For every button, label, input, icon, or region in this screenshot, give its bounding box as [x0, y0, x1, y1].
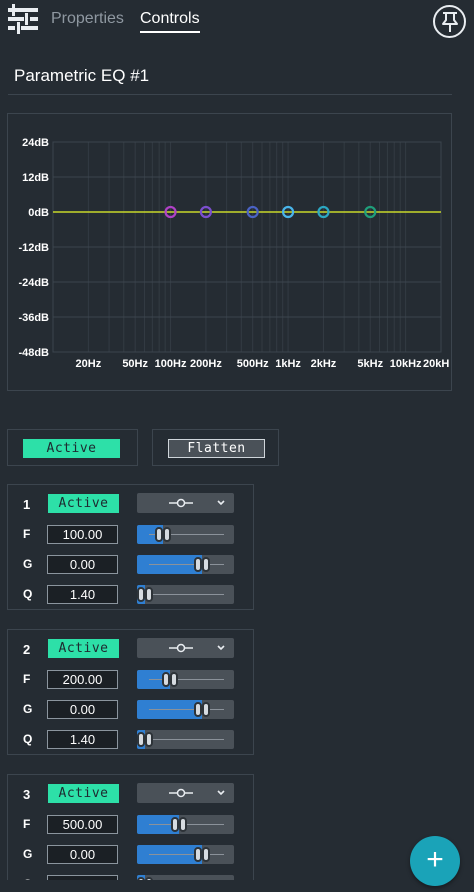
slider-track: [149, 739, 224, 740]
x-tick-label: 2kHz: [311, 358, 337, 370]
param-value-input[interactable]: 500.00: [47, 815, 118, 834]
param-label: F: [23, 527, 31, 541]
param-label: F: [23, 817, 31, 831]
band-number: 2: [23, 642, 31, 657]
y-tick-label: 12dB: [22, 172, 49, 184]
param-value-input[interactable]: 1.40: [47, 730, 118, 749]
band-card: 3ActiveF500.00G0.00Q: [7, 774, 254, 892]
x-tick-label: 50Hz: [122, 358, 148, 370]
param-slider[interactable]: [137, 555, 234, 574]
param-label: F: [23, 672, 31, 686]
global-active-button[interactable]: Active: [23, 439, 120, 458]
slider-track: [149, 679, 224, 680]
y-tick-label: -24dB: [18, 277, 49, 289]
param-label: G: [23, 702, 33, 716]
x-tick-label: 100Hz: [155, 358, 187, 370]
y-tick-label: -36dB: [18, 312, 49, 324]
flatten-button[interactable]: Flatten: [168, 439, 265, 458]
param-label: G: [23, 847, 33, 861]
x-tick-label: 20Hz: [76, 358, 102, 370]
x-tick-label: 500Hz: [237, 358, 269, 370]
sliders-icon[interactable]: [8, 4, 38, 34]
flatten-group: Flatten: [152, 429, 279, 466]
slider-thumb[interactable]: [162, 672, 180, 687]
slider-track: [149, 709, 224, 710]
band-card: 2 Active F 200.00 G 0.00 Q 1.40: [7, 629, 254, 755]
param-slider[interactable]: [137, 585, 234, 604]
x-tick-label: 10kHz: [390, 358, 422, 370]
slider-thumb[interactable]: [194, 847, 212, 862]
param-label: Q: [23, 587, 33, 601]
x-tick-label: 5kHz: [357, 358, 383, 370]
slider-thumb[interactable]: [194, 702, 212, 717]
y-tick-label: -12dB: [18, 242, 49, 254]
x-tick-label: 200Hz: [190, 358, 222, 370]
band-active-button[interactable]: Active: [48, 784, 119, 803]
chevron-down-icon: [217, 500, 225, 506]
param-value-input[interactable]: 0.00: [47, 700, 118, 719]
param-slider[interactable]: [137, 670, 234, 689]
slider-thumb[interactable]: [137, 732, 155, 747]
y-tick-label: 24dB: [22, 137, 49, 149]
band-card: 1 Active F 100.00 G 0.00 Q 1.40: [7, 484, 254, 610]
slider-track: [149, 594, 224, 595]
panel-title: Parametric EQ #1: [14, 66, 150, 85]
slider-track: [149, 854, 224, 855]
param-slider[interactable]: [137, 730, 234, 749]
param-value-input[interactable]: 1.40: [47, 585, 118, 604]
add-band-button[interactable]: +: [410, 836, 460, 886]
slider-thumb[interactable]: [194, 557, 212, 572]
param-slider[interactable]: [137, 525, 234, 544]
band-number: 1: [23, 497, 31, 512]
param-label: G: [23, 557, 33, 571]
peak-filter-icon: [169, 643, 193, 653]
y-tick-label: -48dB: [18, 347, 49, 359]
peak-filter-icon: [169, 498, 193, 508]
global-active-group: Active: [7, 429, 138, 466]
band-number: 3: [23, 787, 31, 802]
x-tick-label: 20kH: [423, 358, 449, 370]
slider-thumb[interactable]: [155, 527, 173, 542]
x-tick-label: 1kHz: [275, 358, 301, 370]
eq-graph-panel: 24dB 12dB 0dB -12dB -24dB -36dB -48dB 20Hz 50Hz 1…: [7, 113, 452, 391]
param-slider[interactable]: [137, 700, 234, 719]
param-value-input[interactable]: 0.00: [47, 555, 118, 574]
scroll-edge: [0, 880, 474, 892]
top-bar: Properties Controls: [0, 0, 474, 40]
slider-track: [149, 564, 224, 565]
param-slider[interactable]: [137, 845, 234, 864]
filter-type-select[interactable]: [137, 493, 234, 513]
y-tick-label: 0dB: [28, 207, 49, 219]
band-active-button[interactable]: Active: [48, 639, 119, 658]
param-value-input[interactable]: 100.00: [47, 525, 118, 544]
chevron-down-icon: [217, 790, 225, 796]
pin-button[interactable]: [433, 5, 466, 38]
divider: [8, 94, 452, 95]
tab-controls[interactable]: Controls: [140, 10, 200, 33]
chevron-down-icon: [217, 645, 225, 651]
param-value-input[interactable]: 0.00: [47, 845, 118, 864]
tab-properties[interactable]: Properties: [51, 10, 124, 28]
slider-thumb[interactable]: [171, 817, 189, 832]
param-label: Q: [23, 732, 33, 746]
eq-frequency-response-chart[interactable]: 24dB 12dB 0dB -12dB -24dB -36dB -48dB 20Hz 50Hz 1…: [8, 114, 453, 392]
param-value-input[interactable]: 200.00: [47, 670, 118, 689]
filter-type-select[interactable]: [137, 638, 234, 658]
pin-icon: [442, 12, 458, 32]
filter-type-select[interactable]: [137, 783, 234, 803]
slider-thumb[interactable]: [137, 587, 155, 602]
param-slider[interactable]: [137, 815, 234, 834]
peak-filter-icon: [169, 788, 193, 798]
band-active-button[interactable]: Active: [48, 494, 119, 513]
